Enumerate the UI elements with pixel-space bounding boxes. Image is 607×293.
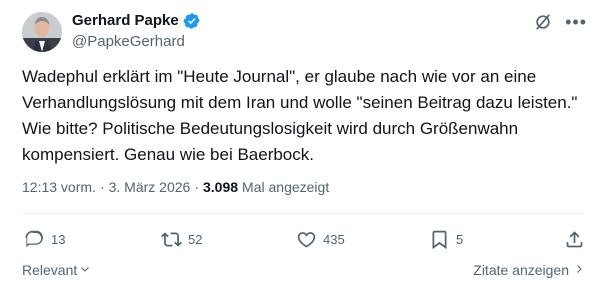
repost-button[interactable]: 52 xyxy=(161,229,202,250)
views-label: Mal angezeigt xyxy=(242,179,330,195)
quotes-label: Zitate anzeigen xyxy=(473,262,569,278)
meta-separator: · xyxy=(99,179,105,195)
bookmark-button[interactable]: 5 xyxy=(429,229,463,250)
reply-icon xyxy=(24,229,45,250)
author-name-row: Gerhard Papke xyxy=(72,11,201,31)
avatar[interactable] xyxy=(22,12,62,52)
chevron-down-icon xyxy=(79,262,91,278)
reply-count: 13 xyxy=(51,232,66,247)
meta-separator: · xyxy=(194,179,199,195)
sort-label: Relevant xyxy=(22,262,78,278)
post-time[interactable]: 12:13 vorm. xyxy=(22,178,96,196)
share-button[interactable] xyxy=(564,229,585,250)
divider xyxy=(22,213,585,214)
author-display-name[interactable]: Gerhard Papke xyxy=(72,11,179,31)
more-icon[interactable]: ••• xyxy=(565,13,587,31)
repost-count: 52 xyxy=(188,232,203,247)
post-date[interactable]: 3. März 2026 xyxy=(109,178,191,196)
reply-button[interactable]: 13 xyxy=(24,229,65,250)
reply-footer: Relevant Zitate anzeigen xyxy=(22,262,585,282)
heart-icon xyxy=(296,229,317,250)
share-icon xyxy=(564,229,585,250)
like-count: 435 xyxy=(323,232,345,247)
like-button[interactable]: 435 xyxy=(296,229,345,250)
sort-dropdown[interactable]: Relevant xyxy=(22,262,91,278)
action-bar: 13 52 435 5 xyxy=(22,229,587,251)
chevron-right-icon xyxy=(573,262,585,278)
post-meta: 12:13 vorm. · 3. März 2026 · 3.098 Mal a… xyxy=(22,178,329,196)
verified-badge-icon xyxy=(183,12,201,30)
view-quotes-link[interactable]: Zitate anzeigen xyxy=(473,262,585,278)
views-count: 3.098 xyxy=(203,179,239,195)
repost-icon xyxy=(161,229,182,250)
author-handle[interactable]: @PapkeGerhard xyxy=(72,32,185,52)
post-text: Wadephul erklärt im "Heute Journal", er … xyxy=(22,67,583,164)
bookmark-icon xyxy=(429,229,450,250)
top-actions: ••• xyxy=(533,12,587,32)
tweet: Gerhard Papke @PapkeGerhard ••• Wadephul… xyxy=(0,0,607,293)
grok-icon[interactable] xyxy=(533,12,553,32)
bookmark-count: 5 xyxy=(456,232,464,247)
avatar-image xyxy=(22,12,62,52)
